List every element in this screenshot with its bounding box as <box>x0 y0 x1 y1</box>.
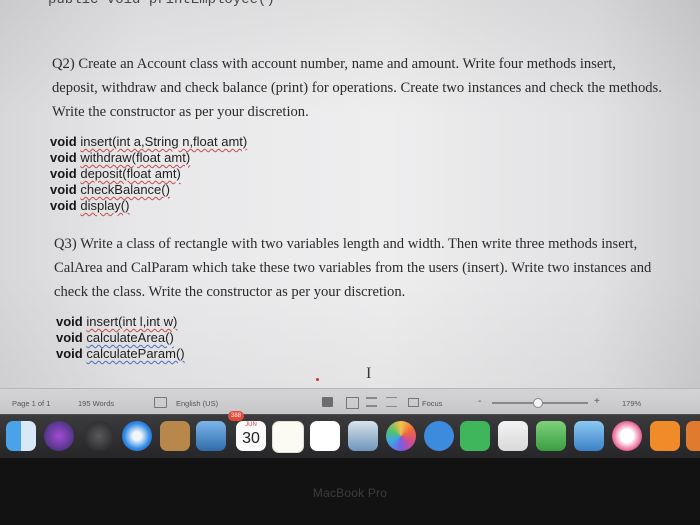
question-3-code: void insert(int l,int w) void calculateA… <box>56 314 185 362</box>
code-keyword: void <box>50 198 81 213</box>
question-3-text: Q3) Write a class of rectangle with two … <box>54 236 652 300</box>
document-page[interactable]: public void printEmployee() Q2) Create a… <box>0 0 700 388</box>
facetime-icon[interactable] <box>460 421 490 451</box>
siri-icon[interactable] <box>44 421 74 451</box>
focus-view-icon[interactable] <box>408 398 419 407</box>
code-line: void insert(int a,String n,float amt) <box>50 134 247 150</box>
zoom-slider-thumb[interactable] <box>533 398 544 408</box>
itunes-icon[interactable] <box>612 421 642 451</box>
ibeam-cursor-icon: I <box>366 365 372 382</box>
code-signature: insert(int l,int w) <box>86 314 178 329</box>
code-keyword: void <box>50 166 81 181</box>
stickies-icon[interactable] <box>272 421 304 453</box>
launchpad-icon[interactable] <box>84 421 114 451</box>
code-signature: display() <box>80 198 130 213</box>
code-signature: deposit(float amt) <box>80 166 181 181</box>
code-signature: checkBalance() <box>80 182 170 197</box>
dock: JUN 30 388 <box>0 411 700 459</box>
calendar-icon[interactable]: JUN 30 <box>236 421 266 451</box>
draft-view-icon[interactable] <box>386 397 397 407</box>
ibooks-icon[interactable] <box>650 421 680 451</box>
zoom-percentage[interactable]: 179% <box>622 399 641 408</box>
calendar-month: JUN <box>245 422 257 428</box>
code-line: void deposit(float amt) <box>50 166 247 182</box>
mail-icon[interactable] <box>196 421 226 451</box>
code-keyword: void <box>56 314 87 329</box>
print-layout-view-icon[interactable] <box>322 397 333 407</box>
code-line: void insert(int l,int w) <box>56 314 185 330</box>
notes-icon[interactable] <box>160 421 190 451</box>
outline-view-icon[interactable] <box>366 397 377 407</box>
proofing-icon[interactable] <box>154 397 167 408</box>
finder-icon[interactable] <box>6 421 36 451</box>
question-2-text: Q2) Create an Account class with account… <box>52 56 662 120</box>
pages-icon[interactable] <box>498 421 528 451</box>
code-signature: calculateParam() <box>86 346 185 361</box>
code-keyword: void <box>50 150 81 165</box>
code-keyword: void <box>56 346 87 361</box>
brand-label: MacBook Pro <box>312 486 388 500</box>
zoom-out-button[interactable]: - <box>478 396 481 407</box>
code-line: void display() <box>50 198 247 214</box>
code-line: void calculateParam() <box>56 346 185 362</box>
code-signature: calculateArea() <box>86 330 174 345</box>
code-keyword: void <box>50 134 81 149</box>
code-signature: withdraw(float amt) <box>80 150 191 165</box>
language-indicator[interactable]: English (US) <box>176 399 218 408</box>
code-keyword: void <box>50 182 81 197</box>
status-bar: Page 1 of 1 195 Words English (US) Focus… <box>0 388 700 415</box>
red-dot-mark <box>316 378 319 381</box>
code-keyword: void <box>56 330 87 345</box>
code-signature: insert(int a,String n,float amt) <box>80 134 248 149</box>
code-line: void withdraw(float amt) <box>50 150 247 166</box>
zoom-in-button[interactable]: + <box>594 396 600 407</box>
web-layout-view-icon[interactable] <box>346 397 359 409</box>
question-2-code: void insert(int a,String n,float amt) vo… <box>50 134 247 214</box>
calendar-day: 30 <box>242 430 260 447</box>
previous-page-code: public void printEmployee() <box>48 0 275 8</box>
word-count[interactable]: 195 Words <box>78 399 114 408</box>
photos-icon[interactable] <box>386 421 416 451</box>
keynote-icon[interactable] <box>574 421 604 451</box>
safari-icon[interactable] <box>122 421 152 451</box>
code-line: void calculateArea() <box>56 330 185 346</box>
page-count[interactable]: Page 1 of 1 <box>12 399 50 408</box>
messages-icon[interactable] <box>424 421 454 451</box>
code-line: void checkBalance() <box>50 182 247 198</box>
reminders-icon[interactable] <box>310 421 340 451</box>
numbers-icon[interactable] <box>536 421 566 451</box>
app-icon[interactable] <box>686 421 700 451</box>
focus-button[interactable]: Focus <box>422 399 442 408</box>
calendar-badge: 388 <box>228 411 244 421</box>
preview-icon[interactable] <box>348 421 378 451</box>
